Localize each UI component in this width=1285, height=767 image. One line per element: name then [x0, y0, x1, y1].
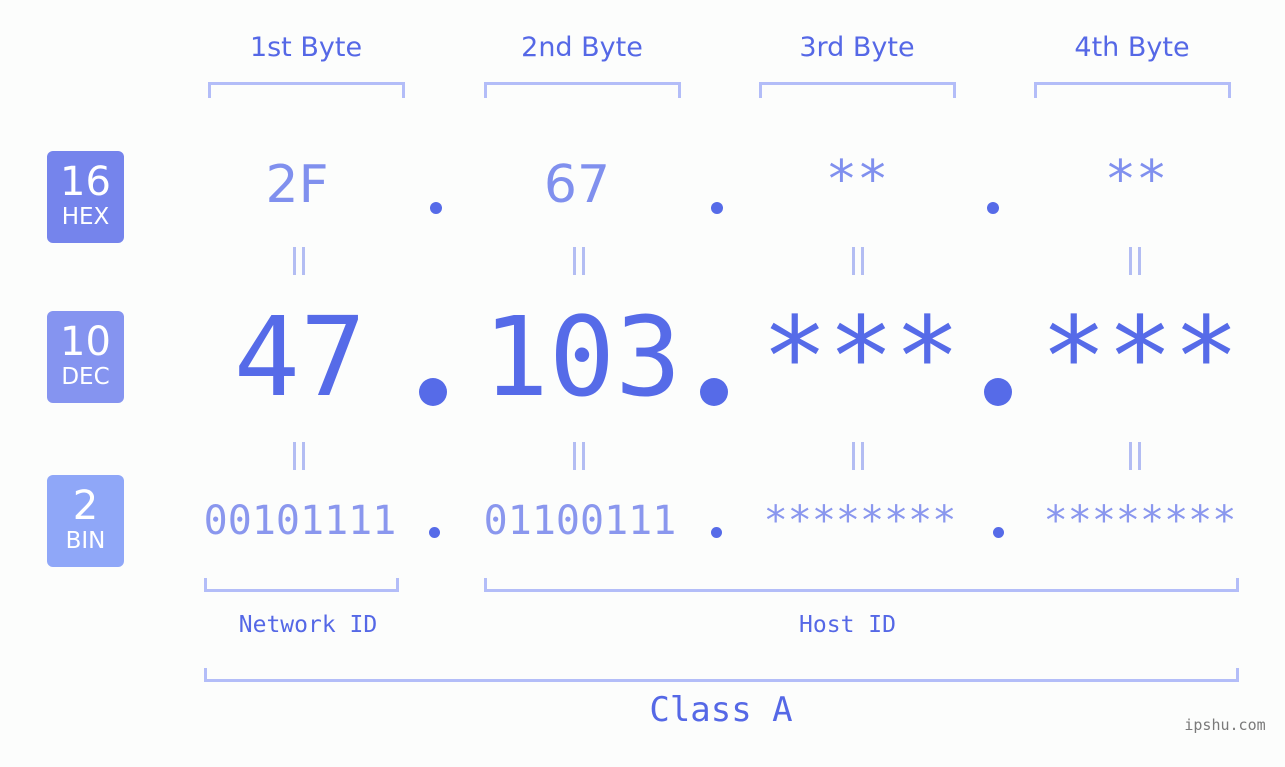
network-id-bracket — [204, 578, 399, 592]
hex-octet-3: ** — [825, 150, 889, 210]
hex-separator-2 — [711, 202, 723, 214]
hex-octet-1: 2F — [265, 155, 329, 215]
equals-icon — [293, 442, 305, 470]
ip-class-label: Class A — [649, 690, 793, 730]
byte-bracket-2 — [484, 82, 681, 98]
equals-icon — [1129, 247, 1141, 275]
hex-separator-3 — [987, 202, 999, 214]
hex-badge-number: 16 — [60, 159, 111, 205]
bin-octet-2: 01100111 — [483, 498, 677, 544]
dec-octet-3: *** — [761, 293, 961, 421]
equals-icon — [1129, 442, 1141, 470]
host-id-bracket — [484, 578, 1239, 592]
byte-header-4: 4th Byte — [1074, 32, 1190, 63]
watermark: ipshu.com — [1184, 716, 1266, 734]
dec-badge-label: DEC — [61, 364, 110, 390]
dec-separator-1 — [419, 378, 447, 406]
dec-octet-2: 103 — [482, 293, 682, 421]
class-bracket — [204, 668, 1239, 682]
bin-separator-2 — [711, 527, 722, 538]
equals-icon — [852, 442, 864, 470]
dec-badge-number: 10 — [60, 319, 111, 365]
hex-badge-label: HEX — [61, 204, 110, 230]
equals-icon — [293, 247, 305, 275]
bin-separator-1 — [429, 527, 440, 538]
byte-bracket-4 — [1034, 82, 1231, 98]
dec-separator-3 — [984, 378, 1012, 406]
hex-octet-4: ** — [1104, 150, 1168, 210]
equals-icon — [852, 247, 864, 275]
host-id-label: Host ID — [799, 612, 896, 638]
hex-octet-2: 67 — [543, 155, 611, 215]
hex-badge: 16 HEX — [47, 151, 124, 243]
byte-header-3: 3rd Byte — [799, 32, 915, 63]
byte-header-1: 1st Byte — [249, 32, 363, 63]
hex-separator-1 — [430, 202, 442, 214]
dec-badge: 10 DEC — [47, 311, 124, 403]
bin-octet-3: ******** — [763, 498, 957, 544]
bin-badge-number: 2 — [72, 483, 99, 529]
bin-octet-1: 00101111 — [203, 498, 397, 544]
equals-icon — [573, 247, 585, 275]
dec-separator-2 — [700, 378, 728, 406]
dec-octet-4: *** — [1040, 293, 1240, 421]
bin-badge: 2 BIN — [47, 475, 124, 567]
byte-bracket-3 — [759, 82, 956, 98]
byte-header-2: 2nd Byte — [521, 32, 643, 63]
equals-icon — [573, 442, 585, 470]
network-id-label: Network ID — [238, 612, 378, 638]
bin-separator-3 — [993, 527, 1004, 538]
byte-bracket-1 — [208, 82, 405, 98]
bin-badge-label: BIN — [65, 528, 106, 554]
dec-octet-1: 47 — [233, 293, 367, 421]
bin-octet-4: ******** — [1043, 498, 1237, 544]
